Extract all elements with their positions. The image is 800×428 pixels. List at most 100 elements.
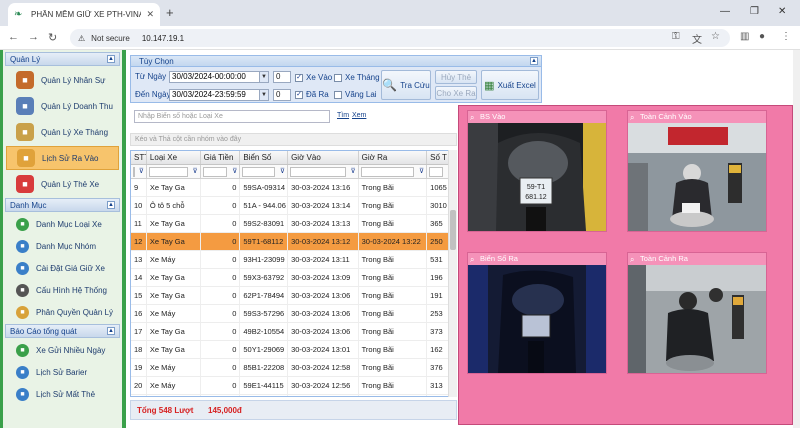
profile-icon[interactable]: ● bbox=[759, 31, 765, 42]
table-row[interactable]: 18 Xe Tay Ga 0 50Y1-29069 30-03-2024 13:01 Tr… bbox=[131, 341, 456, 359]
filter-cell[interactable]: ⊽ bbox=[201, 165, 241, 179]
sidebar-item[interactable]: ■ Cài Đặt Giá Giữ Xe bbox=[6, 258, 119, 278]
sidebar-item[interactable]: ■ Cấu Hình Hệ Thống bbox=[6, 280, 119, 300]
sidebar-item[interactable]: ■ Quản Lý Thẻ Xe bbox=[6, 172, 119, 196]
filter-input[interactable] bbox=[290, 167, 346, 177]
table-row[interactable]: 16 Xe Máy 0 59S3-57296 30-03-2024 13:06 Trong… bbox=[131, 305, 456, 323]
checkout-button[interactable]: Cho Xe Ra bbox=[435, 86, 477, 100]
sidebar-item[interactable]: ■ Xe Gửi Nhiều Ngày bbox=[6, 340, 119, 360]
table-row[interactable]: 20 Xe Máy 0 59E1-44115 30-03-2024 12:56 Trong… bbox=[131, 377, 456, 395]
column-header[interactable]: Giờ Ra bbox=[359, 151, 428, 164]
camera-toan-canh-ra[interactable]: ⌕ Toàn Cảnh Ra bbox=[627, 252, 767, 374]
filter-icon[interactable]: ⊽ bbox=[419, 167, 424, 175]
collapse-icon[interactable]: ▲ bbox=[107, 55, 115, 63]
search-button[interactable]: 🔍 Tra Cứu bbox=[381, 70, 431, 100]
filter-icon[interactable]: ⊽ bbox=[192, 167, 197, 175]
section-quan-ly[interactable]: Quản Lý ▲ bbox=[5, 52, 120, 66]
column-header[interactable]: Loại Xe bbox=[147, 151, 201, 164]
filter-input[interactable] bbox=[133, 167, 135, 177]
sidebar-item[interactable]: ■ Quản Lý Doanh Thu bbox=[6, 94, 119, 118]
minimize-icon[interactable]: — bbox=[720, 6, 730, 17]
sidebar-item[interactable]: ■ Quản Lý Nhân Sự bbox=[6, 68, 119, 92]
translate-icon[interactable]: 文 bbox=[692, 31, 702, 46]
to-date-input[interactable]: 30/03/2024-23:59:59 ▼ bbox=[169, 89, 269, 101]
sidebar-item[interactable]: ■ Lịch Sử Mất Thẻ bbox=[6, 384, 119, 404]
filter-icon[interactable]: ⊽ bbox=[350, 167, 355, 175]
filter-icon[interactable]: ⊽ bbox=[280, 167, 285, 175]
checkbox-da-ra[interactable]: ✓ Đã Ra bbox=[295, 90, 329, 99]
cancel-card-button[interactable]: Hủy Thẻ bbox=[435, 70, 477, 84]
collapse-icon[interactable]: ▲ bbox=[107, 201, 115, 209]
table-row[interactable]: 17 Xe Tay Ga 0 49B2-10554 30-03-2024 13:06 Tr… bbox=[131, 323, 456, 341]
camera-toan-canh-vao[interactable]: ⌕ Toàn Cảnh Vào bbox=[627, 110, 767, 232]
filter-cell[interactable]: ⊽ bbox=[131, 165, 147, 179]
filter-input[interactable] bbox=[429, 167, 443, 177]
sidebar-item[interactable]: ■ Danh Mục Loại Xe bbox=[6, 214, 119, 234]
to-spinner[interactable]: 0 bbox=[273, 89, 291, 101]
filter-cell[interactable]: ⊽ bbox=[147, 165, 201, 179]
table-row[interactable]: 13 Xe Máy 0 93H1-23099 30-03-2024 13:11 Trong… bbox=[131, 251, 456, 269]
sidebar-item[interactable]: ■ Danh Mục Nhóm bbox=[6, 236, 119, 256]
back-icon[interactable]: ← bbox=[8, 31, 19, 43]
new-tab-icon[interactable]: + bbox=[166, 5, 174, 20]
collapse-icon[interactable]: ▲ bbox=[107, 327, 115, 335]
collapse-icon[interactable]: ▲ bbox=[530, 57, 538, 65]
scroll-thumb[interactable] bbox=[450, 210, 456, 250]
section-bao-cao[interactable]: Báo Cáo tổng quát ▲ bbox=[5, 324, 120, 338]
column-header[interactable]: Biển Số bbox=[240, 151, 289, 164]
table-row[interactable]: 14 Xe Tay Ga 0 59X3-63792 30-03-2024 13:09 Tr… bbox=[131, 269, 456, 287]
view-link[interactable]: Xem bbox=[352, 112, 366, 119]
sidebar-item[interactable]: ■ Quản Lý Xe Tháng bbox=[6, 120, 119, 144]
table-row[interactable]: 11 Xe Tay Ga 0 59S2-83091 30-03-2024 13:13 Tr… bbox=[131, 215, 456, 233]
filter-cell[interactable]: ⊽ bbox=[240, 165, 289, 179]
filter-icon[interactable]: ⊽ bbox=[139, 167, 144, 175]
filter-cell[interactable]: ⊽ bbox=[359, 165, 428, 179]
table-row[interactable]: 15 Xe Tay Ga 0 62P1-78494 30-03-2024 13:06 Tr… bbox=[131, 287, 456, 305]
table-row[interactable]: 9 Xe Tay Ga 0 59SA-09314 30-03-2024 13:16 Tro… bbox=[131, 179, 456, 197]
url-field[interactable]: ⚠ Not secure 10.147.19.1 bbox=[70, 29, 730, 47]
checkbox-vang-lai[interactable]: Vãng Lai bbox=[334, 90, 377, 99]
camera-bs-vao[interactable]: ⌕ BS Vào 59-T1 681.12 bbox=[467, 110, 607, 232]
filter-icon[interactable]: ⊽ bbox=[232, 167, 237, 175]
filter-input[interactable] bbox=[202, 167, 228, 177]
grid-scrollbar[interactable] bbox=[448, 150, 457, 397]
from-spinner[interactable]: 0 bbox=[273, 71, 291, 83]
checkbox-xe-vao[interactable]: ✓ Xe Vào bbox=[295, 73, 332, 82]
filter-input[interactable] bbox=[148, 167, 188, 177]
sidebar-item[interactable]: ■ Phân Quyền Quản Lý bbox=[6, 302, 119, 322]
reload-icon[interactable]: ↻ bbox=[48, 31, 57, 44]
camera-label: BS Vào bbox=[480, 112, 506, 121]
group-by-bar[interactable]: Kéo và Thả cột cần nhóm vào đây bbox=[130, 133, 457, 146]
checkbox-xe-thang[interactable]: Xe Tháng bbox=[334, 73, 380, 82]
from-date-input[interactable]: 30/03/2024-00:00:00 ▼ bbox=[169, 71, 269, 83]
browser-tab[interactable]: ❧ PHẦN MỀM GIỮ XE PTH-VINA ✕ bbox=[8, 3, 160, 26]
find-link[interactable]: Tìm bbox=[337, 112, 349, 119]
restore-icon[interactable]: ❐ bbox=[750, 6, 759, 17]
table-row[interactable]: 19 Xe Máy 0 85B1-22208 30-03-2024 12:58 Trong… bbox=[131, 359, 456, 377]
table-row[interactable]: 12 Xe Tay Ga 0 59T1-68112 30-03-2024 13:12 30… bbox=[131, 233, 456, 251]
filter-input[interactable] bbox=[360, 167, 415, 177]
filter-cell[interactable]: ⊽ bbox=[288, 165, 359, 179]
forward-icon[interactable]: → bbox=[28, 31, 39, 43]
sidebar-item[interactable]: ■ Lịch Sử Ra Vào bbox=[6, 146, 119, 170]
table-row[interactable]: 21Xe Máy064F1-2124030-03-2024 12:55Trong… bbox=[131, 395, 456, 396]
page-scrollbar[interactable] bbox=[793, 50, 800, 428]
dropdown-icon[interactable]: ▼ bbox=[259, 72, 268, 82]
dropdown-icon[interactable]: ▼ bbox=[259, 90, 268, 100]
search-input[interactable]: Nhập Biển số hoặc Loại Xe bbox=[134, 110, 330, 123]
key-icon[interactable]: ⚿ bbox=[672, 31, 680, 42]
sidepanel-icon[interactable]: ▥ bbox=[740, 31, 749, 42]
camera-bien-so-ra[interactable]: ⌕ Biển Số Ra bbox=[467, 252, 607, 374]
star-icon[interactable]: ☆ bbox=[711, 31, 720, 42]
menu-icon[interactable]: ⋮ bbox=[781, 31, 791, 42]
section-danh-muc[interactable]: Danh Mục ▲ bbox=[5, 198, 120, 212]
export-excel-button[interactable]: ▦ Xuất Excel bbox=[481, 70, 539, 100]
close-tab-icon[interactable]: ✕ bbox=[146, 9, 154, 20]
filter-input[interactable] bbox=[242, 167, 276, 177]
sidebar-item[interactable]: ■ Lịch Sử Barier bbox=[6, 362, 119, 382]
table-row[interactable]: 10 Ô tô 5 chỗ 0 51A - 944.06 30-03-2024 13:1… bbox=[131, 197, 456, 215]
column-header[interactable]: STT bbox=[131, 151, 147, 164]
close-window-icon[interactable]: ✕ bbox=[778, 6, 786, 17]
column-header[interactable]: Giờ Vào bbox=[288, 151, 359, 164]
column-header[interactable]: Giá Tiền bbox=[201, 151, 241, 164]
